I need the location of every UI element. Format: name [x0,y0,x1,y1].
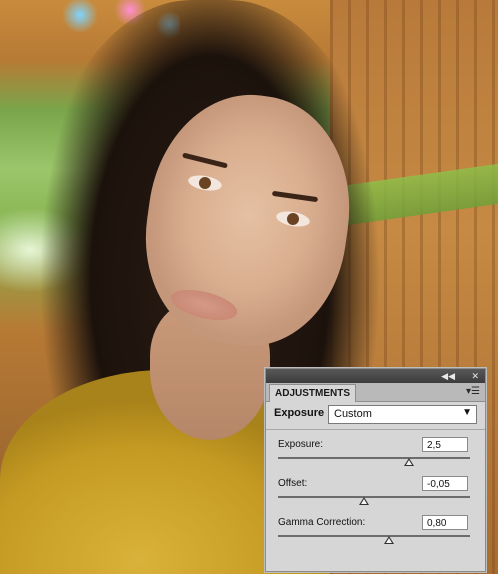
panel-tab-row: ADJUSTMENTS ▾☰ [266,383,485,402]
adjustment-title: Exposure [274,407,325,419]
preset-value: Custom [334,408,372,420]
close-icon[interactable]: ✕ [471,370,479,382]
exposure-slider-row: Exposure: 2,5 [266,436,485,474]
offset-label: Offset: [278,478,308,489]
exposure-label: Exposure: [278,439,324,450]
collapse-panel-icon[interactable]: ◀◀ [441,370,455,382]
gamma-input[interactable]: 0,80 [422,515,468,530]
preset-dropdown[interactable]: Custom ▼ [328,405,477,424]
offset-thumb[interactable] [359,497,370,505]
adjustments-panel: ◀◀ ✕ ADJUSTMENTS ▾☰ Exposure Custom ▼ Ex… [265,368,486,572]
exposure-input[interactable]: 2,5 [422,437,468,452]
gamma-slider-row: Gamma Correction: 0,80 [266,514,485,552]
offset-track[interactable] [278,496,470,498]
gamma-label: Gamma Correction: [278,517,366,528]
offset-input[interactable]: -0,05 [422,476,468,491]
tab-adjustments[interactable]: ADJUSTMENTS [269,384,357,402]
panel-titlebar: ◀◀ ✕ [266,369,485,383]
gamma-thumb[interactable] [384,536,395,544]
offset-slider-row: Offset: -0,05 [266,475,485,513]
preset-row: Exposure Custom ▼ [266,402,485,426]
divider [266,429,485,430]
exposure-thumb[interactable] [403,458,414,466]
chevron-down-icon: ▼ [462,407,472,418]
panel-menu-icon[interactable]: ▾☰ [465,385,481,398]
exposure-track[interactable] [278,457,470,459]
gamma-track[interactable] [278,535,470,537]
